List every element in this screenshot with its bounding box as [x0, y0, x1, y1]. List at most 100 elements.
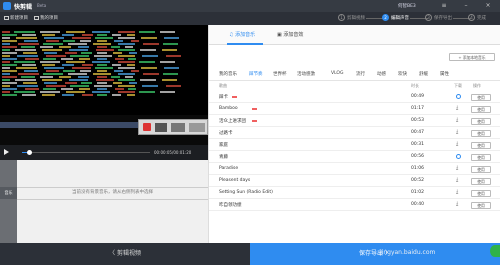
- terminal-text-image: [2, 64, 17, 66]
- category-activity[interactable]: 活动感激: [297, 71, 315, 77]
- tab-add-music[interactable]: ♫ 添加音乐: [229, 31, 255, 38]
- use-button[interactable]: 使用: [471, 177, 491, 185]
- download-icon[interactable]: ⤓: [456, 117, 458, 123]
- terminal-line-image: [2, 31, 202, 33]
- menu-icon[interactable]: ≡: [440, 2, 448, 10]
- music-row[interactable]: 踩卡 00:49 使用: [209, 91, 500, 103]
- music-row[interactable]: Setting Sun (Radio Edit) 01:02 ⤓ 使用: [209, 187, 500, 199]
- song-duration: 00:49: [411, 94, 424, 99]
- play-icon[interactable]: [4, 149, 9, 155]
- music-row[interactable]: Pleasent days 00:52 ⤓ 使用: [209, 175, 500, 187]
- terminal-text-image: [2, 52, 17, 54]
- song-name: 活众上进求团: [219, 119, 246, 124]
- terminal-text-image: [2, 76, 17, 78]
- use-button[interactable]: 使用: [471, 141, 491, 149]
- use-button[interactable]: 使用: [471, 201, 491, 209]
- terminal-text-image: [42, 34, 55, 36]
- terminal-line-image: [2, 34, 202, 36]
- song-duration: 01:02: [411, 190, 424, 195]
- terminal-text-image: [21, 46, 35, 48]
- terminal-text-image: [97, 34, 107, 36]
- user-name[interactable]: 何智BE3: [398, 3, 416, 9]
- minimize-icon[interactable]: –: [462, 2, 470, 10]
- terminal-line-image: [2, 76, 202, 78]
- step-number: 2: [382, 14, 389, 21]
- use-button[interactable]: 使用: [471, 105, 491, 113]
- terminal-text-image: [166, 55, 181, 57]
- progress-handle[interactable]: [27, 150, 33, 155]
- terminal-text-image: [25, 58, 39, 60]
- terminal-text-image: [69, 49, 88, 51]
- new-project-button[interactable]: 新建项目: [4, 15, 28, 21]
- close-icon[interactable]: ×: [484, 2, 492, 10]
- terminal-text-image: [111, 46, 120, 48]
- terminal-text-image: [92, 91, 110, 93]
- save-export-button[interactable]: 保存导出 〉: [250, 243, 500, 265]
- title-bar: 快剪辑 Beta 何智BE3 ≡ – ×: [0, 0, 500, 12]
- category-pop[interactable]: 流行: [356, 71, 365, 77]
- terminal-text-image: [63, 70, 75, 72]
- downloaded-check-icon: [456, 154, 461, 159]
- progress-track[interactable]: [22, 152, 150, 154]
- use-button[interactable]: 使用: [471, 93, 491, 101]
- music-row[interactable]: 过路卡 00:47 ⤓ 使用: [209, 127, 500, 139]
- category-cheerful[interactable]: 欢快: [398, 71, 407, 77]
- terminal-text-image: [40, 91, 60, 93]
- terminal-line-image: [2, 49, 202, 51]
- terminal-text-image: [42, 49, 62, 51]
- music-row[interactable]: Paradise 01:06 ⤓ 使用: [209, 163, 500, 175]
- terminal-text-image: [139, 61, 155, 63]
- terminal-text-image: [125, 76, 133, 78]
- category-vlog[interactable]: VLOG: [331, 71, 343, 76]
- download-icon[interactable]: ⤓: [456, 177, 458, 183]
- tab-label: 添加音效: [283, 32, 304, 38]
- video-preview[interactable]: [0, 25, 208, 145]
- terminal-text-image: [127, 94, 135, 96]
- my-projects-button[interactable]: 我的项目: [34, 15, 58, 21]
- category-soothing[interactable]: 舒缓: [419, 71, 428, 77]
- category-property[interactable]: 属性: [440, 71, 449, 77]
- terminal-text-image: [115, 58, 124, 60]
- category-dynamic[interactable]: 动感: [377, 71, 386, 77]
- terminal-text-image: [2, 91, 10, 93]
- song-duration: 00:56: [411, 154, 424, 159]
- terminal-text-image: [63, 40, 75, 42]
- download-icon[interactable]: ⤓: [456, 189, 458, 195]
- music-row[interactable]: 家庭 00:31 ⤓ 使用: [209, 139, 500, 151]
- terminal-text-image: [131, 70, 139, 72]
- terminal-text-image: [143, 43, 159, 45]
- terminal-text-image: [2, 34, 17, 36]
- terminal-line-image: [2, 61, 202, 63]
- download-icon[interactable]: ⤓: [456, 165, 458, 171]
- download-icon[interactable]: ⤓: [456, 201, 458, 207]
- music-row[interactable]: 咋自领功绩 00:40 ⤓ 使用: [209, 199, 500, 211]
- tab-add-sound-effect[interactable]: ▣ 添加音效: [277, 31, 303, 38]
- terminal-text-image: [97, 76, 107, 78]
- download-icon[interactable]: ⤓: [456, 105, 458, 111]
- music-row[interactable]: 青藤 00:56 使用: [209, 151, 500, 163]
- terminal-text-image: [163, 43, 178, 45]
- category-beat[interactable]: 踩节奏: [249, 71, 263, 77]
- terminal-text-image: [15, 49, 36, 51]
- use-button[interactable]: 使用: [471, 189, 491, 197]
- terminal-text-image: [118, 79, 135, 81]
- music-row[interactable]: 活众上进求团 00:53 ⤓ 使用: [209, 115, 500, 127]
- download-icon[interactable]: ⤓: [456, 141, 458, 147]
- terminal-text-image: [43, 88, 56, 90]
- category-world-cup[interactable]: 世界杯: [273, 71, 287, 77]
- download-icon[interactable]: ⤓: [456, 129, 458, 135]
- back-edit-video-button[interactable]: 〈 剪辑视频: [0, 243, 250, 265]
- terminal-text-image: [125, 46, 133, 48]
- use-button[interactable]: 使用: [471, 153, 491, 161]
- terminal-text-image: [113, 82, 122, 84]
- timeline-empty-hint: 当前没有背景音乐，请从右侧列表中选择: [72, 190, 153, 195]
- music-row[interactable]: Bamboo 01:17 ⤓ 使用: [209, 103, 500, 115]
- use-button[interactable]: 使用: [471, 117, 491, 125]
- use-button[interactable]: 使用: [471, 165, 491, 173]
- category-my-music[interactable]: 我的音乐: [219, 71, 237, 77]
- add-local-music-button[interactable]: + 添加本地音乐: [449, 53, 495, 61]
- song-name: 踩卡: [219, 95, 228, 100]
- use-button[interactable]: 使用: [471, 129, 491, 137]
- assistant-tab-icon[interactable]: [490, 245, 500, 257]
- terminal-text-image: [160, 31, 175, 33]
